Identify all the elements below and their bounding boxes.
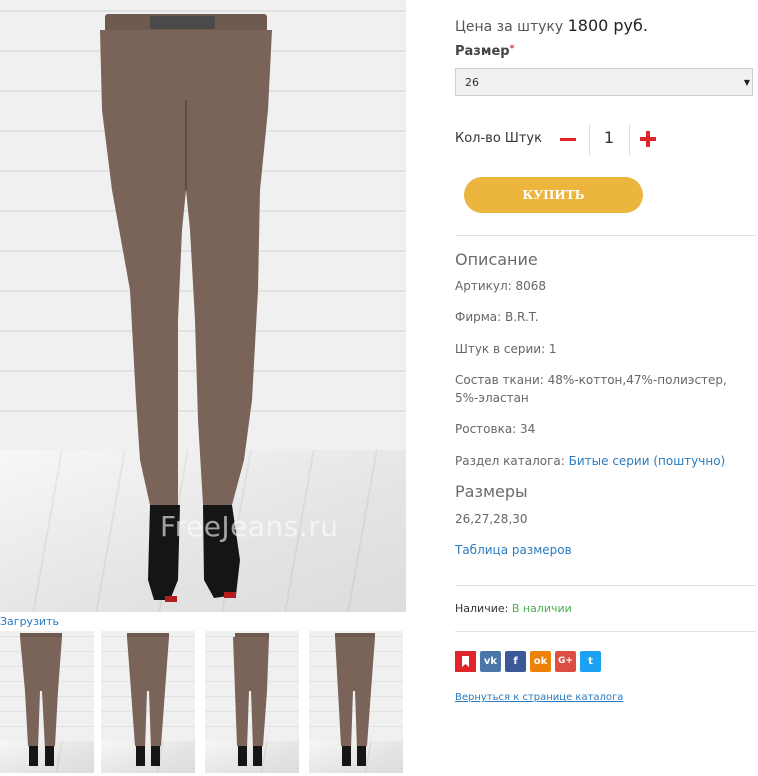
buy-button[interactable]: КУПИТЬ [464,177,643,213]
divider [455,631,756,632]
availability: Наличие: В наличии [455,602,572,615]
fabric-text: Состав ткани: 48%-коттон,47%-полиэстер, … [455,373,727,405]
thumbnail-1[interactable] [0,631,94,773]
required-mark: * [509,44,515,54]
article-text: Артикул: 8068 [455,279,547,293]
sizes-list: 26,27,28,30 [455,512,528,526]
thumbnail-3[interactable] [205,631,299,773]
trousers-thumb-image [233,633,269,766]
sizes-title: Размеры [455,482,528,501]
back-to-catalog-link[interactable]: Вернуться к странице каталога [455,692,623,703]
trousers-thumb-image [20,633,62,766]
thumbnail-2[interactable] [101,631,195,773]
dropdown-arrow-icon: ▼ [743,78,750,87]
price-line: Цена за штуку 1800 руб. [455,16,648,35]
main-product-photo[interactable]: FreeJeans.ru [0,0,406,612]
twitter-icon: t [588,656,593,667]
availability-value: В наличии [511,602,572,615]
pcs-in-series-text: Штук в серии: 1 [455,342,557,356]
facebook-icon: f [513,656,518,667]
divider [455,585,756,586]
quantity-increase-button[interactable] [640,131,656,147]
availability-label: Наличие: [455,602,509,615]
size-table-link[interactable]: Таблица размеров [455,541,572,559]
quantity-value[interactable]: 1 [590,128,628,147]
divider [629,124,630,156]
upload-link[interactable]: Загрузить [0,615,59,628]
odnoklassniki-icon: ok [533,656,548,667]
trousers-thumb-image [127,633,169,766]
catalog-label: Раздел каталога: [455,454,565,468]
vk-share-button[interactable]: vk [480,651,501,672]
googleplus-share-button[interactable]: G+ [555,651,576,672]
price-value: 1800 руб. [567,16,648,35]
trousers-thumb-image [335,633,375,766]
size-select-value: 26 [465,76,479,89]
size-label-text: Размер [455,44,510,59]
facebook-share-button[interactable]: f [505,651,526,672]
quantity-label: Кол-во Штук [455,131,542,146]
description-title: Описание [455,250,538,269]
divider [455,235,756,236]
catalog-link[interactable]: Битые серии (поштучно) [569,454,726,468]
brand-text: Фирма: B.R.T. [455,310,539,324]
thumbnail-4[interactable] [309,631,403,773]
catalog-section: Раздел каталога: Битые серии (поштучно) [455,452,755,470]
size-label: Размер* [455,44,514,59]
googleplus-icon: G+ [558,656,573,666]
height-text: Ростовка: 34 [455,422,536,436]
watermark: FreeJeans.ru [160,510,339,543]
quantity-decrease-button[interactable] [560,128,578,150]
size-select[interactable]: 26 ▼ [455,68,753,96]
bookmark-share-button[interactable] [455,651,476,672]
bookmark-icon [455,651,476,672]
twitter-share-button[interactable]: t [580,651,601,672]
odnoklassniki-share-button[interactable]: ok [530,651,551,672]
price-label: Цена за штуку [455,19,564,35]
vk-icon: vk [483,656,498,667]
